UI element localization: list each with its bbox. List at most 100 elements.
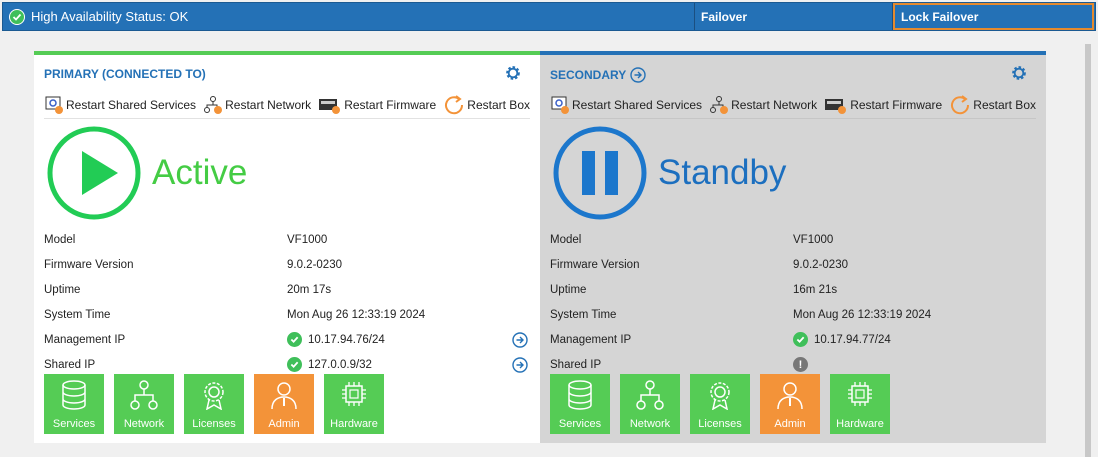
network-tile[interactable]: Network	[620, 374, 680, 434]
info-row-management-ip: Management IP 10.17.94.76/24	[44, 327, 530, 352]
info-row-uptime: Uptime 20m 17s	[44, 277, 530, 302]
shared-ip-label: Shared IP	[44, 358, 96, 371]
shared-ip-cell: 127.0.0.9/32	[287, 357, 372, 372]
shared-ip-cell: !	[793, 357, 808, 372]
licenses-tile[interactable]: Licenses	[690, 374, 750, 434]
admin-label: Admin	[774, 418, 806, 430]
restart-box-button[interactable]: Restart Box	[443, 94, 530, 116]
info-row-model: Model VF1000	[550, 227, 1036, 252]
model-label: Model	[44, 233, 76, 246]
database-icon	[568, 380, 592, 410]
check-icon	[287, 332, 302, 347]
licenses-label: Licenses	[192, 418, 236, 430]
primary-title: PRIMARY (CONNECTED TO)	[44, 67, 206, 81]
secondary-title: SECONDARY	[550, 68, 627, 82]
ha-status-bar: High Availability Status: OK Failover Lo…	[2, 2, 1096, 31]
management-ip-cell: 10.17.94.76/24	[287, 332, 385, 347]
system-time-label: System Time	[550, 308, 617, 321]
info-row-uptime: Uptime 16m 21s	[550, 277, 1036, 302]
network-icon	[710, 95, 729, 114]
secondary-actions: Restart Shared Services Restart Network …	[550, 91, 1036, 119]
restart-network-button[interactable]: Restart Network	[203, 95, 311, 115]
model-label: Model	[550, 233, 582, 246]
services-label: Services	[558, 418, 602, 430]
model-value: VF1000	[793, 233, 834, 246]
services-tile[interactable]: Services	[550, 374, 610, 434]
licenses-tile[interactable]: Licenses	[184, 374, 244, 434]
ok-check-icon	[9, 8, 25, 25]
primary-tiles: Services Network Licenses Admin Hardware	[44, 374, 394, 434]
info-row-model: Model VF1000	[44, 227, 530, 252]
admin-tile[interactable]: Admin	[760, 374, 820, 434]
vertical-scrollbar[interactable]	[1085, 44, 1091, 457]
info-row-management-ip: Management IP 10.17.94.77/24	[550, 327, 1036, 352]
restart-box-button[interactable]: Restart Box	[949, 94, 1036, 116]
shared-ip-value: 127.0.0.9/32	[308, 358, 372, 371]
info-row-system-time: System Time Mon Aug 26 12:33:19 2024	[550, 302, 1036, 327]
uptime-label: Uptime	[44, 283, 81, 296]
secondary-state: Standby	[552, 125, 786, 221]
system-time-value: Mon Aug 26 12:33:19 2024	[287, 308, 426, 321]
model-value: VF1000	[287, 233, 328, 246]
restart-shared-services-button[interactable]: Restart Shared Services	[44, 95, 196, 115]
arrow-right-circle-icon[interactable]	[630, 67, 646, 83]
arrow-right-circle-icon[interactable]	[512, 357, 528, 373]
info-icon[interactable]: !	[793, 357, 808, 372]
info-row-system-time: System Time Mon Aug 26 12:33:19 2024	[44, 302, 530, 327]
firmware-label: Firmware Version	[550, 258, 640, 271]
network-icon	[130, 380, 158, 410]
management-ip-value: 10.17.94.77/24	[814, 333, 891, 346]
management-ip-label: Management IP	[44, 333, 126, 346]
gear-icon[interactable]	[1010, 64, 1028, 82]
hardware-tile[interactable]: Hardware	[830, 374, 890, 434]
info-row-firmware: Firmware Version 9.0.2-0230	[550, 252, 1036, 277]
services-label: Services	[52, 418, 96, 430]
check-icon	[793, 332, 808, 347]
network-tile[interactable]: Network	[114, 374, 174, 434]
restart-box-label: Restart Box	[467, 97, 530, 112]
admin-user-icon	[777, 382, 803, 410]
restart-network-label: Restart Network	[731, 97, 818, 112]
restart-firmware-button[interactable]: Restart Firmware	[318, 95, 436, 115]
license-badge-icon	[710, 382, 730, 410]
secondary-header: SECONDARY	[550, 67, 646, 83]
primary-state-label: Active	[152, 153, 248, 192]
primary-state: Active	[46, 125, 247, 221]
restart-firmware-label: Restart Firmware	[344, 97, 437, 112]
info-row-firmware: Firmware Version 9.0.2-0230	[44, 252, 530, 277]
secondary-tiles: Services Network Licenses Admin Hardware	[550, 374, 900, 434]
system-time-value: Mon Aug 26 12:33:19 2024	[793, 308, 932, 321]
license-badge-icon	[204, 382, 224, 410]
hardware-label: Hardware	[330, 418, 378, 430]
shared-services-icon	[551, 96, 569, 114]
arrow-right-circle-icon[interactable]	[512, 332, 528, 348]
restart-shared-services-button[interactable]: Restart Shared Services	[550, 95, 702, 115]
lock-failover-button[interactable]: Lock Failover	[893, 3, 1094, 30]
admin-label: Admin	[268, 418, 300, 430]
restart-box-label: Restart Box	[973, 97, 1036, 112]
chip-icon	[342, 382, 366, 406]
restart-firmware-button[interactable]: Restart Firmware	[824, 95, 942, 115]
uptime-value: 16m 21s	[793, 283, 838, 296]
admin-tile[interactable]: Admin	[254, 374, 314, 434]
failover-button[interactable]: Failover	[695, 3, 893, 30]
secondary-panel: SECONDARY Restart Shared Services Restar…	[540, 51, 1046, 443]
firmware-value: 9.0.2-0230	[287, 258, 342, 271]
shared-services-icon	[45, 96, 63, 114]
management-ip-cell: 10.17.94.77/24	[793, 332, 891, 347]
primary-actions: Restart Shared Services Restart Network …	[44, 91, 530, 119]
firmware-value: 9.0.2-0230	[793, 258, 848, 271]
restart-network-label: Restart Network	[225, 97, 312, 112]
hardware-tile[interactable]: Hardware	[324, 374, 384, 434]
restart-icon	[951, 94, 970, 114]
uptime-value: 20m 17s	[287, 283, 332, 296]
restart-network-button[interactable]: Restart Network	[709, 95, 817, 115]
check-icon	[287, 357, 302, 372]
services-tile[interactable]: Services	[44, 374, 104, 434]
management-ip-value: 10.17.94.76/24	[308, 333, 385, 346]
restart-shared-services-label: Restart Shared Services	[572, 97, 703, 112]
restart-shared-services-label: Restart Shared Services	[66, 97, 197, 112]
secondary-info: Model VF1000 Firmware Version 9.0.2-0230…	[550, 227, 1036, 377]
gear-icon[interactable]	[504, 64, 522, 82]
hardware-label: Hardware	[836, 418, 884, 430]
